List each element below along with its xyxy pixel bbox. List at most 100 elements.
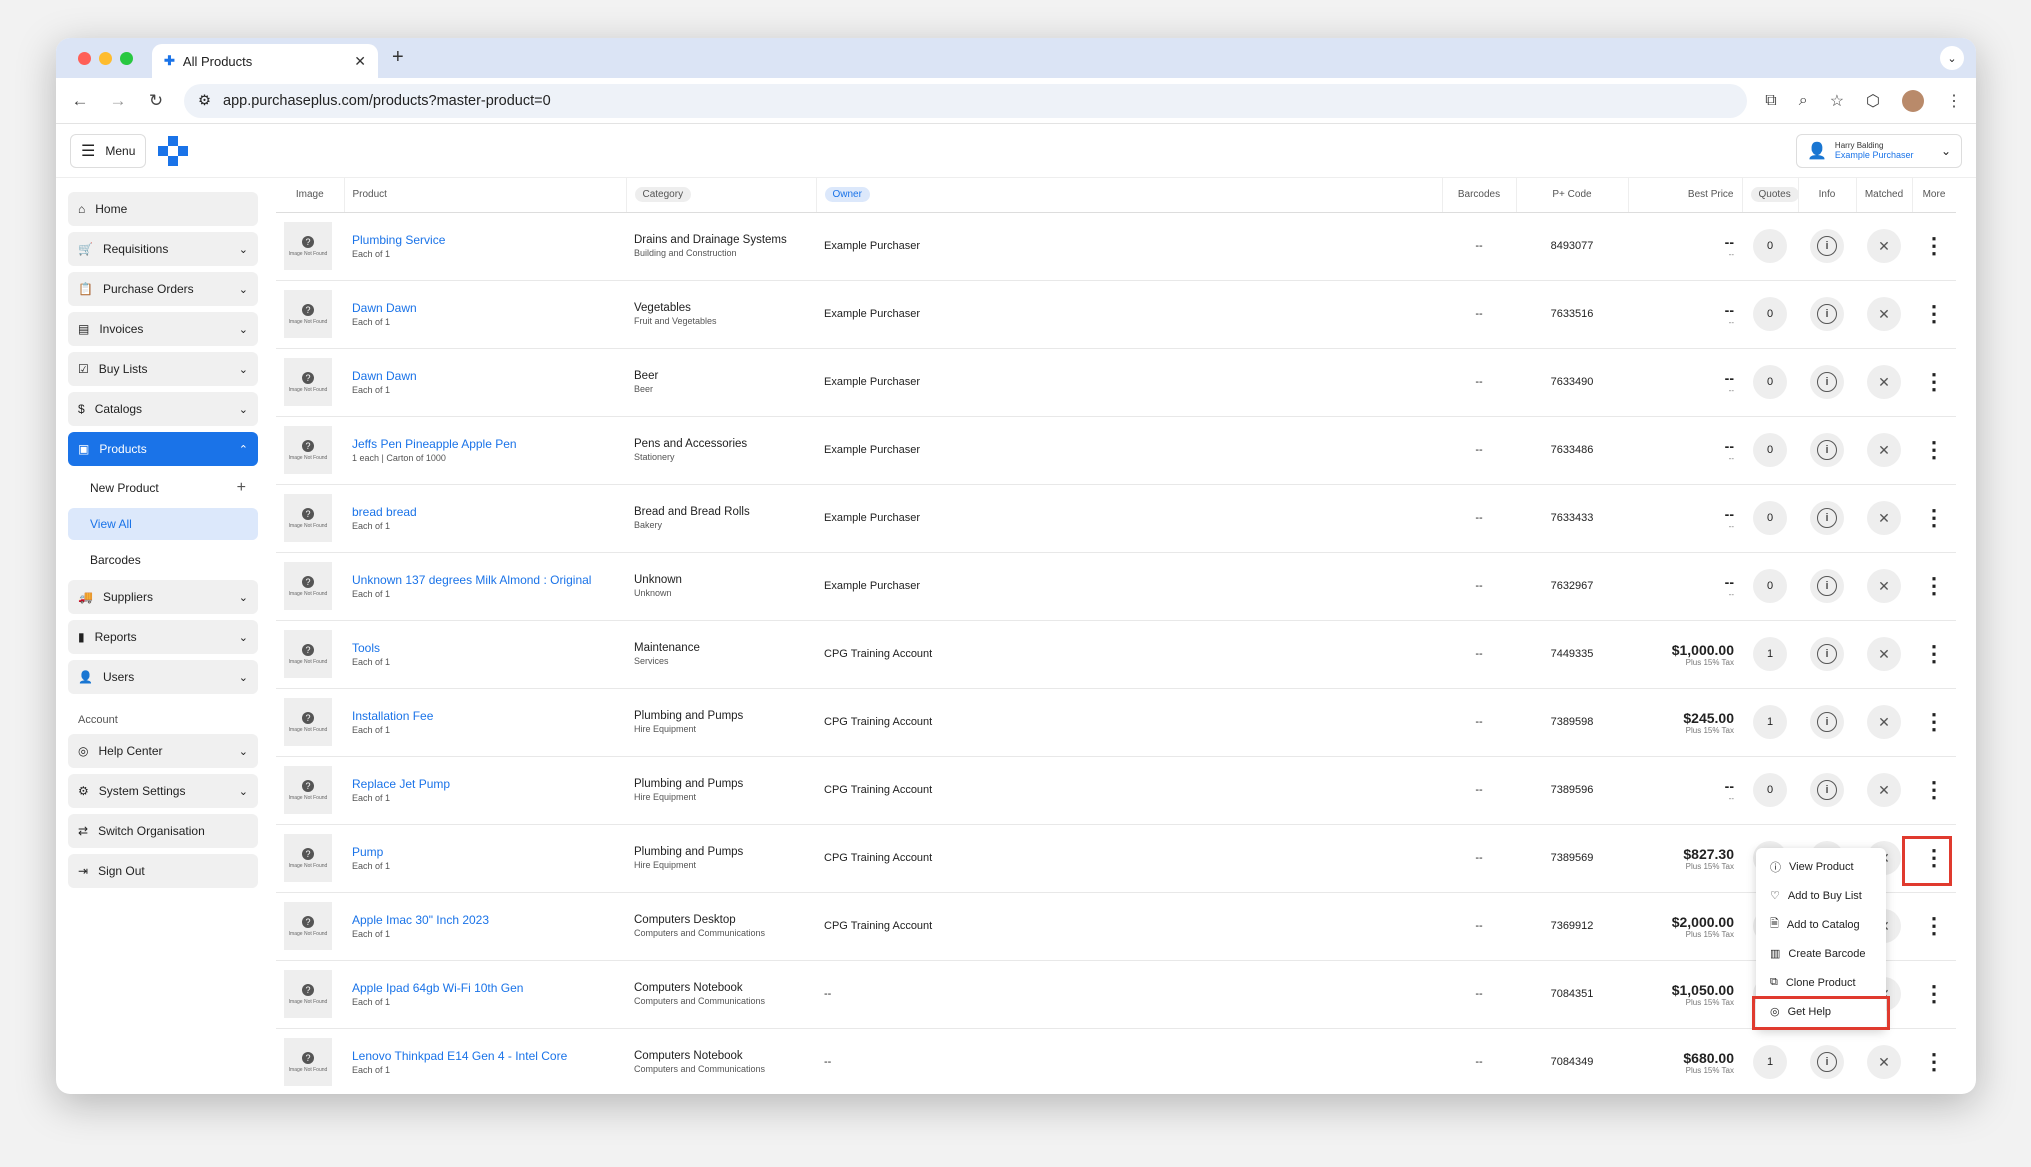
more-options-icon[interactable]: ⋮ xyxy=(1920,983,1948,1005)
sidebar-item-sign-out[interactable]: ⇥ Sign Out xyxy=(68,854,258,888)
quotes-count-button[interactable]: 1 xyxy=(1753,637,1787,671)
dropdown-add-to-catalog[interactable]: 🗎 Add to Catalog xyxy=(1756,910,1886,939)
col-pcode[interactable]: P+ Code xyxy=(1516,178,1629,213)
matched-button[interactable]: ✕ xyxy=(1867,365,1901,399)
product-name-link[interactable]: Apple Imac 30" Inch 2023 xyxy=(352,913,618,927)
sidebar-item-purchase-orders[interactable]: 📋 Purchase Orders ⌄ xyxy=(68,272,258,306)
sidebar-item-help-center[interactable]: ◎ Help Center ⌄ xyxy=(68,734,258,768)
sidebar-item-requisitions[interactable]: 🛒 Requisitions ⌄ xyxy=(68,232,258,266)
quotes-count-button[interactable]: 0 xyxy=(1753,365,1787,399)
zoom-icon[interactable]: ⌕ xyxy=(1799,92,1808,110)
image-placeholder[interactable]: ? Image Not Found xyxy=(284,1038,332,1086)
product-name-link[interactable]: Tools xyxy=(352,641,618,655)
col-quotes[interactable]: Quotes xyxy=(1742,178,1799,213)
sidebar-item-products[interactable]: ▣ Products ⌃ xyxy=(68,432,258,466)
image-placeholder[interactable]: ? Image Not Found xyxy=(284,630,332,678)
quotes-count-button[interactable]: 0 xyxy=(1753,773,1787,807)
tab-search-icon[interactable]: ⌄ xyxy=(1940,46,1964,70)
close-window-button[interactable] xyxy=(78,52,91,65)
sidebar-item-users[interactable]: 👤 Users ⌄ xyxy=(68,660,258,694)
sidebar-item-reports[interactable]: ▮ Reports ⌄ xyxy=(68,620,258,654)
sidebar-item-catalogs[interactable]: $ Catalogs ⌄ xyxy=(68,392,258,426)
image-placeholder[interactable]: ? Image Not Found xyxy=(284,902,332,950)
info-button[interactable]: i xyxy=(1810,569,1844,603)
info-button[interactable]: i xyxy=(1810,501,1844,535)
menu-button[interactable]: ☰ Menu xyxy=(70,133,147,168)
product-name-link[interactable]: Apple Ipad 64gb Wi-Fi 10th Gen xyxy=(352,981,618,995)
col-product[interactable]: Product xyxy=(344,178,627,213)
quotes-count-button[interactable]: 1 xyxy=(1753,1045,1787,1079)
more-options-icon[interactable]: ⋮ xyxy=(1920,1051,1948,1073)
product-name-link[interactable]: Pump xyxy=(352,845,618,859)
quotes-count-button[interactable]: 0 xyxy=(1753,501,1787,535)
matched-button[interactable]: ✕ xyxy=(1867,705,1901,739)
product-name-link[interactable]: Dawn Dawn xyxy=(352,301,618,315)
product-name-link[interactable]: Lenovo Thinkpad E14 Gen 4 - Intel Core xyxy=(352,1049,618,1063)
quotes-count-button[interactable]: 0 xyxy=(1753,229,1787,263)
product-name-link[interactable]: Jeffs Pen Pineapple Apple Pen xyxy=(352,437,618,451)
install-app-icon[interactable]: ⧉ xyxy=(1765,92,1776,110)
more-options-icon[interactable]: ⋮ xyxy=(1920,303,1948,325)
new-tab-icon[interactable]: + xyxy=(392,46,404,69)
info-button[interactable]: i xyxy=(1810,1045,1844,1079)
extensions-icon[interactable]: ⬡ xyxy=(1866,91,1880,111)
sidebar-item-home[interactable]: ⌂ Home xyxy=(68,192,258,226)
info-button[interactable]: i xyxy=(1810,433,1844,467)
image-placeholder[interactable]: ? Image Not Found xyxy=(284,426,332,474)
info-button[interactable]: i xyxy=(1810,637,1844,671)
dropdown-create-barcode[interactable]: ▥ Create Barcode xyxy=(1756,939,1886,968)
sidebar-item-suppliers[interactable]: 🚚 Suppliers ⌄ xyxy=(68,580,258,614)
forward-icon[interactable]: → xyxy=(108,91,128,111)
image-placeholder[interactable]: ? Image Not Found xyxy=(284,834,332,882)
url-field[interactable]: ⚙ app.purchaseplus.com/products?master-p… xyxy=(184,83,1748,118)
sidebar-sub-new-product[interactable]: New Product + xyxy=(68,472,258,504)
info-button[interactable]: i xyxy=(1810,773,1844,807)
matched-button[interactable]: ✕ xyxy=(1867,637,1901,671)
more-options-icon[interactable]: ⋮ xyxy=(1920,915,1948,937)
matched-button[interactable]: ✕ xyxy=(1867,1045,1901,1079)
image-placeholder[interactable]: ? Image Not Found xyxy=(284,494,332,542)
matched-button[interactable]: ✕ xyxy=(1867,773,1901,807)
profile-avatar[interactable] xyxy=(1902,89,1924,112)
matched-button[interactable]: ✕ xyxy=(1867,501,1901,535)
info-button[interactable]: i xyxy=(1810,297,1844,331)
product-name-link[interactable]: Replace Jet Pump xyxy=(352,777,618,791)
purchaseplus-logo-icon[interactable] xyxy=(158,135,189,166)
more-options-icon[interactable]: ⋮ xyxy=(1920,371,1948,393)
bookmark-star-icon[interactable]: ☆ xyxy=(1830,91,1844,111)
col-owner[interactable]: Owner xyxy=(816,178,1443,213)
matched-button[interactable]: ✕ xyxy=(1867,229,1901,263)
more-options-icon[interactable]: ⋮ xyxy=(1920,643,1948,665)
more-options-icon[interactable]: ⋮ xyxy=(1920,235,1948,257)
col-category[interactable]: Category xyxy=(626,178,817,213)
image-placeholder[interactable]: ? Image Not Found xyxy=(284,766,332,814)
product-name-link[interactable]: Plumbing Service xyxy=(352,233,618,247)
sidebar-item-switch-organisation[interactable]: ⇄ Switch Organisation xyxy=(68,814,258,848)
image-placeholder[interactable]: ? Image Not Found xyxy=(284,290,332,338)
dropdown-clone-product[interactable]: ⧉ Clone Product xyxy=(1756,968,1886,997)
more-options-icon[interactable]: ⋮ xyxy=(1920,507,1948,529)
image-placeholder[interactable]: ? Image Not Found xyxy=(284,358,332,406)
back-icon[interactable]: ← xyxy=(70,91,90,111)
info-button[interactable]: i xyxy=(1810,365,1844,399)
site-settings-icon[interactable]: ⚙ xyxy=(198,93,211,109)
product-name-link[interactable]: bread bread xyxy=(352,505,618,519)
reload-icon[interactable]: ↻ xyxy=(146,91,166,111)
browser-tab[interactable]: ✚ All Products ✕ xyxy=(152,44,378,78)
quotes-count-button[interactable]: 0 xyxy=(1753,569,1787,603)
quotes-count-button[interactable]: 0 xyxy=(1753,433,1787,467)
image-placeholder[interactable]: ? Image Not Found xyxy=(284,562,332,610)
product-name-link[interactable]: Installation Fee xyxy=(352,709,618,723)
product-name-link[interactable]: Unknown 137 degrees Milk Almond : Origin… xyxy=(352,573,618,587)
quotes-count-button[interactable]: 0 xyxy=(1753,297,1787,331)
browser-menu-icon[interactable]: ⋮ xyxy=(1946,91,1962,111)
image-placeholder[interactable]: ? Image Not Found xyxy=(284,222,332,270)
matched-button[interactable]: ✕ xyxy=(1867,433,1901,467)
minimize-window-button[interactable] xyxy=(99,52,112,65)
user-menu[interactable]: 👤 Harry Balding Example Purchaser ⌄ xyxy=(1796,133,1962,168)
image-placeholder[interactable]: ? Image Not Found xyxy=(284,970,332,1018)
sidebar-sub-barcodes[interactable]: Barcodes xyxy=(68,544,258,576)
close-tab-icon[interactable]: ✕ xyxy=(354,53,366,70)
maximize-window-button[interactable] xyxy=(120,52,133,65)
product-name-link[interactable]: Dawn Dawn xyxy=(352,369,618,383)
